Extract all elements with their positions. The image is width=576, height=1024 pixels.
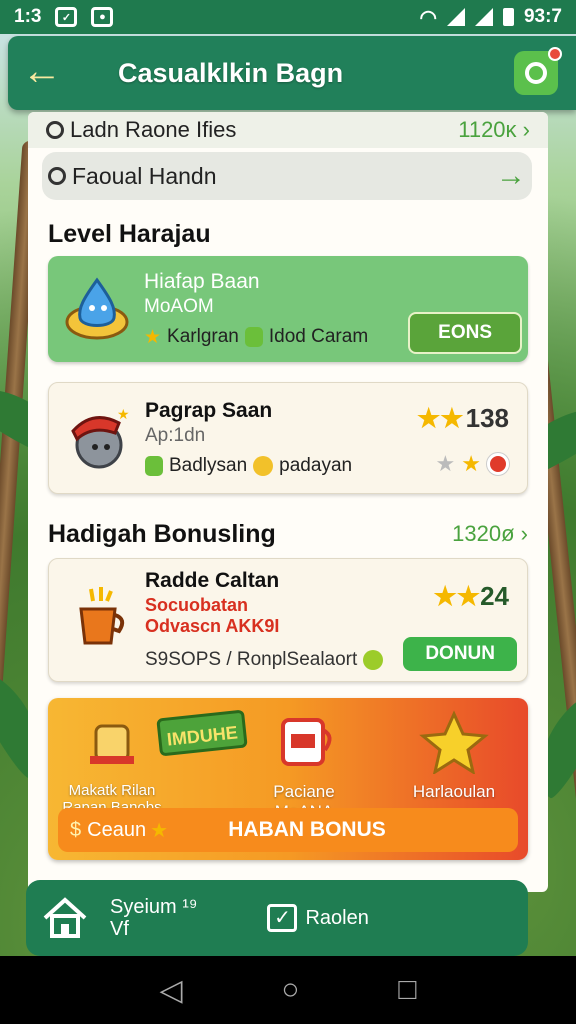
signal-icon [474,8,493,26]
nav-label: Raolen [305,906,369,929]
notification-icon: ● [91,7,114,27]
search-button[interactable] [514,47,562,95]
mascot-icon: ★ [63,403,133,473]
section-title: Hadigah Bonusling 1320ø › [28,502,548,558]
section-title: Level Harajau [28,200,548,256]
card-meta: padayan [279,455,353,476]
banner-item-label: Harlaoulan [412,782,496,801]
gem-icon [244,327,263,347]
drink-icon [52,708,172,776]
mug-icon [244,708,364,776]
star-icon: ★ [150,819,168,842]
back-triangle-icon[interactable]: ◁ [159,973,182,1008]
coin-icon: $ [70,818,82,841]
coin-icon [253,456,274,476]
card-meta: Badlysan [169,455,248,476]
bottom-nav: Syeium ¹⁹ Vf ✓ Raolen [26,880,528,956]
bonus-claim-label: HABAN BONUS [228,818,386,841]
banner-item[interactable]: Makatk Rilan Rapan Banobs [52,708,172,816]
card-stat: ★★ 138 [417,403,509,434]
battery-icon [502,8,514,26]
section-value[interactable]: 1320ø › [452,521,528,547]
status-clock: 93:7 [523,6,562,27]
arrow-right-icon: → [496,159,526,192]
system-nav-bar: ◁ ○ □ [0,956,576,1024]
bonus-button[interactable]: DONUN [403,637,517,671]
bonus-card[interactable]: Radde Caltan Socuobatan Odvascn AKK9I S9… [48,558,528,682]
card-stat-value: 138 [465,403,509,433]
app-bar: ← Casualklkin Bagn [8,36,576,110]
status-bar: 1:3 ✓ ● ◠ 93:7 [0,0,576,34]
red-dot-icon [487,453,509,475]
star-icon [394,708,514,776]
home-icon [42,896,88,940]
gem-icon [145,456,163,476]
svg-text:★: ★ [117,406,130,422]
card-stat-value: 24 [480,581,509,611]
level-card[interactable]: Hiafap Baan MoAOM ★ Karlgran Idod Caram … [48,256,528,362]
star-icon: ★★ [433,581,481,611]
level-card[interactable]: ★ Pagrap Saan Ap:1dn Badlysan padayan ★★… [48,382,528,494]
card-meta: S9SOPS / RonplSealaort [145,649,358,670]
section-title-text: Hadigah Bonusling [48,519,276,548]
signal-icon [446,8,465,26]
summary-value: 1120ĸ › [458,117,530,142]
cup-icon [63,585,133,655]
back-arrow-icon[interactable]: ← [22,51,62,93]
star-icon: ★★ [416,403,464,433]
target-icon [48,167,66,185]
water-drop-icon [62,274,132,344]
bonus-claim-bar[interactable]: $ Ceaun ★ HABAN BONUS [58,808,518,852]
status-time: 1:3 [14,6,42,27]
summary-row[interactable]: Ladn Raone Ifies 1120ĸ › [28,112,548,148]
bonus-banner[interactable]: Makatk Rilan Rapan Banobs IMDUHE Paciane… [48,698,528,860]
notification-badge [548,47,562,61]
card-meta: Karlgran [167,326,239,347]
target-icon [46,121,64,139]
recents-square-icon[interactable]: □ [398,973,416,1007]
checkbox-icon: ✓ [267,904,298,932]
banner-item[interactable]: Paciane MaANA [244,708,364,822]
main-panel: Ladn Raone Ifies 1120ĸ › Faoual Handn → … [28,112,548,892]
filter-label: Faoual Handn [72,162,217,189]
banner-item[interactable]: Harlaoulan [394,708,514,802]
nav-item-home[interactable]: Syeium ¹⁹ Vf [42,896,197,940]
page-title: Casualklkin Bagn [118,57,344,88]
home-circle-icon[interactable]: ○ [281,973,299,1007]
star-icon: ★ [461,451,481,476]
star-icon: ★ [144,326,162,348]
notification-icon: ✓ [55,7,78,27]
bar-left-label: Ceaun [87,818,147,841]
coin-icon [363,650,384,670]
rating-indicator: ★ ★ [436,451,509,477]
search-icon [525,62,547,84]
nav-label: Syeium ¹⁹ [110,896,198,918]
nav-item-tasks[interactable]: ✓ Raolen [267,904,369,932]
banner-badge: IMDUHE [156,709,248,757]
nav-sublabel: Vf [110,918,129,940]
section-title-text: Level Harajau [48,219,211,248]
card-subtitle: Odvascn AKK9I [145,616,280,636]
card-stat: ★★24 [433,581,509,612]
filter-row[interactable]: Faoual Handn → [42,152,532,200]
card-title: Hiafap Baan [144,269,260,293]
star-icon: ★ [435,451,456,476]
play-button[interactable]: EONS [408,312,522,354]
summary-label: Ladn Raone Ifies [70,117,237,142]
wifi-icon: ◠ [419,6,437,29]
card-meta: Idod Caram [268,326,369,347]
